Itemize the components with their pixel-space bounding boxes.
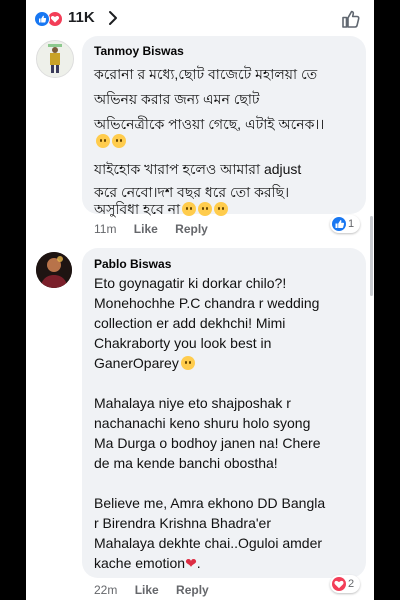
comment-text-line: de ma kende banchi obostha! xyxy=(94,455,278,471)
comment-bubble: Tanmoy Biswas করোনা র মধ্যে,ছোট বাজেটে ম… xyxy=(82,36,366,217)
avatar-pablo[interactable] xyxy=(36,252,72,288)
thumbs-up-icon[interactable] xyxy=(340,8,362,30)
comment-text-line: Mahalaya dekhte chai..Oguloi amder xyxy=(94,535,323,551)
comment-like-button[interactable]: Like xyxy=(134,222,158,236)
comment-text-line-with-emoji: অসুবিধা হবে না xyxy=(94,198,229,222)
comment-text-line: Eto goynagatir ki dorkar chilo?! xyxy=(94,275,287,291)
comment-text-line: করোনা র মধ্যে,ছোট বাজেটে মহালয়া তে xyxy=(94,66,318,82)
frowning-face-emoji-icon xyxy=(112,134,126,148)
comment-time: 22m xyxy=(94,583,118,597)
chevron-right-icon[interactable] xyxy=(108,10,118,26)
reaction-count: 11K xyxy=(68,9,95,26)
frowning-face-emoji-icon xyxy=(198,202,213,216)
comment-text-line-with-emoji: kache emotion❤. xyxy=(94,555,201,571)
comment-text-line: collection er add dekhchi! Mimi xyxy=(94,315,286,331)
comment-author[interactable]: Pablo Biswas xyxy=(94,257,171,271)
comment-text-line: kache emotion xyxy=(94,555,186,571)
comment-meta: 11m Like Reply xyxy=(94,222,208,236)
reaction-count: 1 xyxy=(348,218,355,230)
comment-text-line: nachanachi keno shuru holo syong xyxy=(94,415,311,431)
frowning-face-emoji-icon xyxy=(182,202,197,216)
comment-reply-button[interactable]: Reply xyxy=(175,222,208,236)
comment-author[interactable]: Tanmoy Biswas xyxy=(94,44,184,58)
comment-text-line-with-emoji: GanerOparey xyxy=(94,355,195,371)
smiling-face-emoji-icon xyxy=(180,356,195,370)
comment-text-line: অভিনেত্রীকে পাওয়া গেছে, এটাই অনেক।। xyxy=(94,116,325,132)
comment-text-line: Ma Durga o bodhoy janen na! Chere xyxy=(94,435,321,451)
comment-reaction-badge[interactable]: 2 xyxy=(330,575,360,593)
like-reaction-icon xyxy=(34,11,50,27)
comment-text-line: অসুবিধা হবে না xyxy=(94,201,181,217)
comment-meta: 22m Like Reply xyxy=(94,583,209,597)
comment-text-line: অভিনয় করার জন্য এমন ছোট xyxy=(94,91,260,107)
avatar-tanmoy[interactable] xyxy=(36,40,74,78)
frowning-face-emoji-icon xyxy=(96,134,110,148)
comment-time: 11m xyxy=(94,222,117,236)
love-reaction-icon xyxy=(332,577,346,591)
facebook-comments-screen: 11K Tanmoy Biswas করোনা র মধ্যে,ছোট বাজে… xyxy=(26,0,374,600)
comment-reply-button[interactable]: Reply xyxy=(176,583,209,597)
comment-text-line: Believe me, Amra ekhono DD Bangla xyxy=(94,495,326,511)
scrollbar[interactable] xyxy=(370,216,373,296)
comment-text-line: r Birendra Krishna Bhadra'er xyxy=(94,515,271,531)
comment-bubble: Pablo Biswas Eto goynagatir ki dorkar ch… xyxy=(82,248,366,578)
comment-text-line: Mahalaya niye eto shajposhak r xyxy=(94,395,291,411)
reaction-count: 2 xyxy=(348,578,355,590)
like-reaction-icon xyxy=(332,217,346,231)
comment-text-line: Chakraborty you look best in xyxy=(94,335,272,351)
comment-text-line: GanerOparey xyxy=(94,355,179,371)
comment-reaction-badge[interactable]: 1 xyxy=(330,215,360,233)
comment-emoji-line xyxy=(94,133,126,149)
red-heart-emoji-icon: ❤ xyxy=(185,555,197,571)
comment-like-button[interactable]: Like xyxy=(135,583,159,597)
comment-text-line: Monehochhe P.C chandra r wedding xyxy=(94,295,320,311)
post-reactions-bar[interactable]: 11K xyxy=(26,0,374,38)
frowning-face-emoji-icon xyxy=(214,202,229,216)
comment-text-line: যাইহোক খারাপ হলেও আমারা adjust xyxy=(94,161,302,177)
